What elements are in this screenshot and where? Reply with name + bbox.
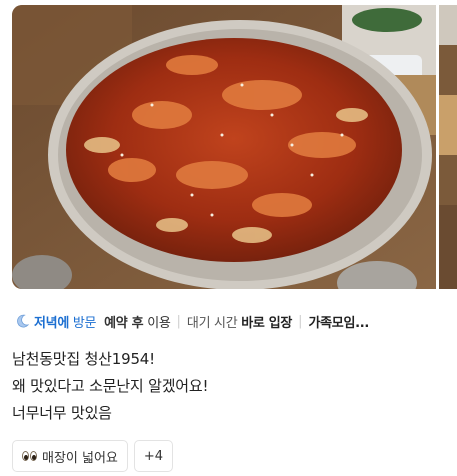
moon-icon xyxy=(17,314,30,328)
more-tags-count: +4 xyxy=(143,448,164,464)
visit-time-bold: 저녁에 xyxy=(34,315,69,331)
next-photo-preview[interactable] xyxy=(439,5,457,289)
divider: | xyxy=(298,313,303,329)
reservation-info: 예약 후 이용 xyxy=(104,312,171,331)
divider: | xyxy=(176,313,181,329)
review-photo[interactable] xyxy=(12,5,436,289)
keyword-tags: 매장이 넓어요 +4 xyxy=(12,440,174,472)
review-line: 너무너무 맛있음 xyxy=(12,404,112,422)
food-photo-image xyxy=(12,5,436,289)
wait-time-prefix: 대기 시간 xyxy=(186,315,242,331)
reservation-bold: 예약 후 xyxy=(104,315,144,331)
more-tags-button[interactable]: +4 xyxy=(133,440,174,472)
visit-info-row: 저녁에 방문 예약 후 이용 | 대기 시간 바로 입장 | 가족모임... xyxy=(14,309,457,333)
keyword-tag[interactable]: 매장이 넓어요 xyxy=(12,440,128,472)
party-type: 가족모임... xyxy=(308,315,370,331)
visit-time-rest: 방문 xyxy=(68,315,97,331)
wait-time-value: 바로 입장 xyxy=(241,315,293,331)
review-line: 남천동맛집 청산1954! xyxy=(12,350,155,368)
keyword-tag-label: 매장이 넓어요 xyxy=(42,450,118,466)
reservation-rest: 이용 xyxy=(143,315,171,331)
eyes-icon xyxy=(22,451,37,461)
next-photo-image xyxy=(439,5,457,289)
wait-time: 대기 시간 바로 입장 xyxy=(187,312,292,331)
review-text[interactable]: 남천동맛집 청산1954! 왜 맛있다고 소문난지 알겠어요! 너무너무 맛있음 xyxy=(12,346,452,427)
visit-time: 저녁에 방문 xyxy=(34,312,96,331)
photo-carousel[interactable] xyxy=(12,5,457,289)
review-line: 왜 맛있다고 소문난지 알겠어요! xyxy=(12,377,209,395)
